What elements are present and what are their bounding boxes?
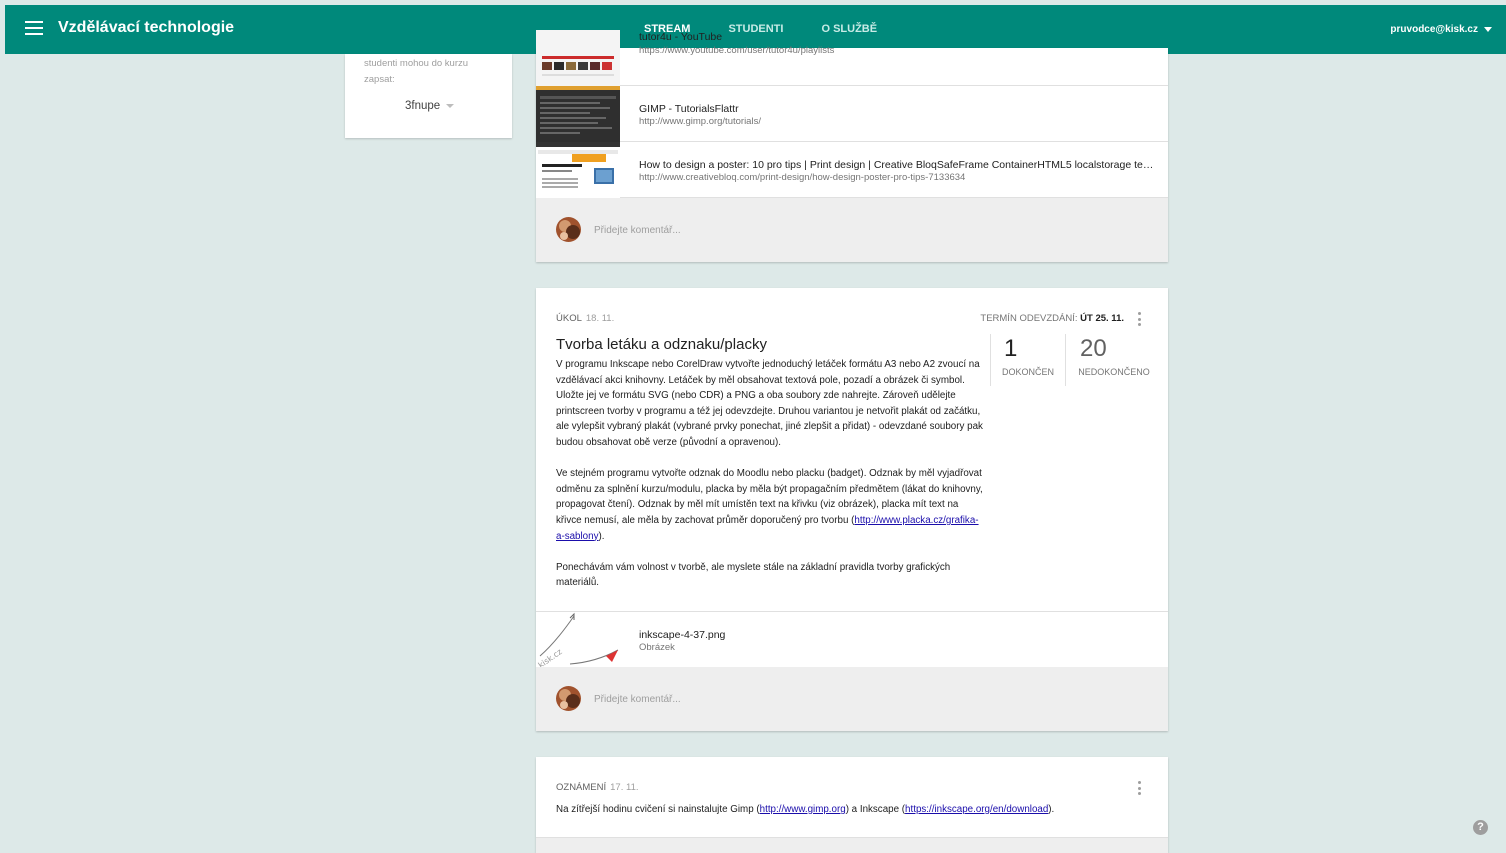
file-attachment[interactable]: kisk.cz inkscape-4-37.png Obrázek	[536, 611, 1168, 668]
post-date: 17. 11.	[610, 782, 639, 793]
class-title[interactable]: Vzdělávací technologie	[58, 19, 234, 37]
post-links: tutor4u - YouTube https://www.youtube.co…	[536, 30, 1168, 262]
description-paragraph: Ve stejném programu vytvořte odznak do M…	[556, 468, 983, 542]
link-attachment[interactable]: How to design a poster: 10 pro tips | Pr…	[536, 142, 1168, 198]
comment-input[interactable]: Přidejte komentář...	[536, 198, 1168, 262]
comment-input[interactable]: Přidejte komentář...	[536, 667, 1168, 731]
stat-not-done-value: 20	[1080, 335, 1107, 362]
class-code-dropdown[interactable]: 3fnupe	[405, 100, 455, 112]
stat-not-done-label: NEDOKONČENO	[1078, 367, 1150, 377]
caret-down-icon	[446, 104, 455, 108]
post-date: 18. 11.	[585, 313, 615, 324]
link-url: https://www.youtube.com/user/tutor4u/pla…	[639, 45, 835, 56]
link-url: http://www.creativebloq.com/print-design…	[639, 172, 966, 183]
deadline-label: TERMÍN ODEVZDÁNÍ:	[980, 313, 1078, 324]
class-code-value: 3fnupe	[405, 100, 441, 112]
stat-done-value: 1	[1004, 335, 1018, 362]
stats-divider	[990, 334, 991, 386]
help-icon[interactable]: ?	[1473, 820, 1488, 835]
link-title[interactable]: tutor4u - YouTube	[639, 31, 1154, 43]
more-options-icon[interactable]	[1138, 312, 1142, 326]
gimp-link[interactable]: http://www.gimp.org	[760, 804, 846, 815]
attachment-type: Obrázek	[639, 642, 675, 653]
post-meta: OZNÁMENÍ 17. 11.	[556, 782, 639, 793]
stat-done[interactable]: 1 DOKONČEN	[1000, 334, 1056, 377]
post-assignment: ÚKOL 18. 11. TERMÍN ODEVZDÁNÍ: ÚT 25. 11.…	[536, 288, 1168, 731]
comment-placeholder: Přidejte komentář...	[594, 225, 681, 236]
announcement-text: Na zítřejší hodinu cvičení si nainstaluj…	[556, 804, 1055, 815]
deadline: TERMÍN ODEVZDÁNÍ: ÚT 25. 11.	[980, 313, 1124, 324]
link-attachment[interactable]: GIMP - TutorialsFlattr http://www.gimp.o…	[536, 86, 1168, 142]
link-thumbnail	[536, 86, 620, 142]
image-thumbnail: kisk.cz	[536, 612, 620, 668]
hamburger-menu-icon[interactable]	[25, 21, 43, 37]
link-thumbnail	[536, 142, 620, 198]
post-type: ÚKOL	[556, 313, 582, 324]
post-meta: ÚKOL 18. 11.	[556, 313, 614, 324]
link-attachment[interactable]: tutor4u - YouTube https://www.youtube.co…	[536, 30, 1168, 86]
stat-done-label: DOKONČEN	[1001, 367, 1054, 377]
link-thumbnail	[536, 30, 620, 86]
caret-down-icon	[1484, 27, 1492, 32]
account-email: pruvodce@kisk.cz	[1390, 24, 1478, 35]
attachment-name[interactable]: inkscape-4-37.png	[639, 629, 1154, 641]
class-code-card: studenti mohou do kurzu zapsat: 3fnupe	[345, 54, 512, 138]
more-options-icon[interactable]	[1138, 781, 1142, 795]
description-paragraph: Ponechávám vám volnost v tvorbě, ale mys…	[556, 561, 951, 589]
stats-divider	[1065, 334, 1066, 386]
stat-not-done[interactable]: 20 NEDOKONČENO	[1076, 334, 1152, 377]
comment-area	[536, 837, 1168, 853]
avatar	[556, 686, 581, 711]
comment-placeholder: Přidejte komentář...	[594, 694, 681, 705]
post-announcement: OZNÁMENÍ 17. 11. Na zítřejší hodinu cviče…	[536, 757, 1168, 853]
link-url: http://www.gimp.org/tutorials/	[639, 116, 761, 127]
deadline-value: ÚT 25. 11.	[1080, 313, 1124, 324]
avatar	[556, 217, 581, 242]
assignment-description: V programu Inkscape nebo CorelDraw vytvo…	[556, 357, 986, 607]
account-menu[interactable]: pruvodce@kisk.cz	[1390, 24, 1492, 35]
link-title[interactable]: How to design a poster: 10 pro tips | Pr…	[639, 159, 1154, 171]
post-type: OZNÁMENÍ	[556, 782, 607, 793]
class-code-hint: studenti mohou do kurzu zapsat:	[364, 58, 469, 85]
description-paragraph: V programu Inkscape nebo CorelDraw vytvo…	[556, 359, 983, 448]
assignment-title[interactable]: Tvorba letáku a odznaku/placky	[556, 336, 767, 353]
inkscape-link[interactable]: https://inkscape.org/en/download	[905, 804, 1048, 815]
link-title[interactable]: GIMP - TutorialsFlattr	[639, 103, 1154, 115]
